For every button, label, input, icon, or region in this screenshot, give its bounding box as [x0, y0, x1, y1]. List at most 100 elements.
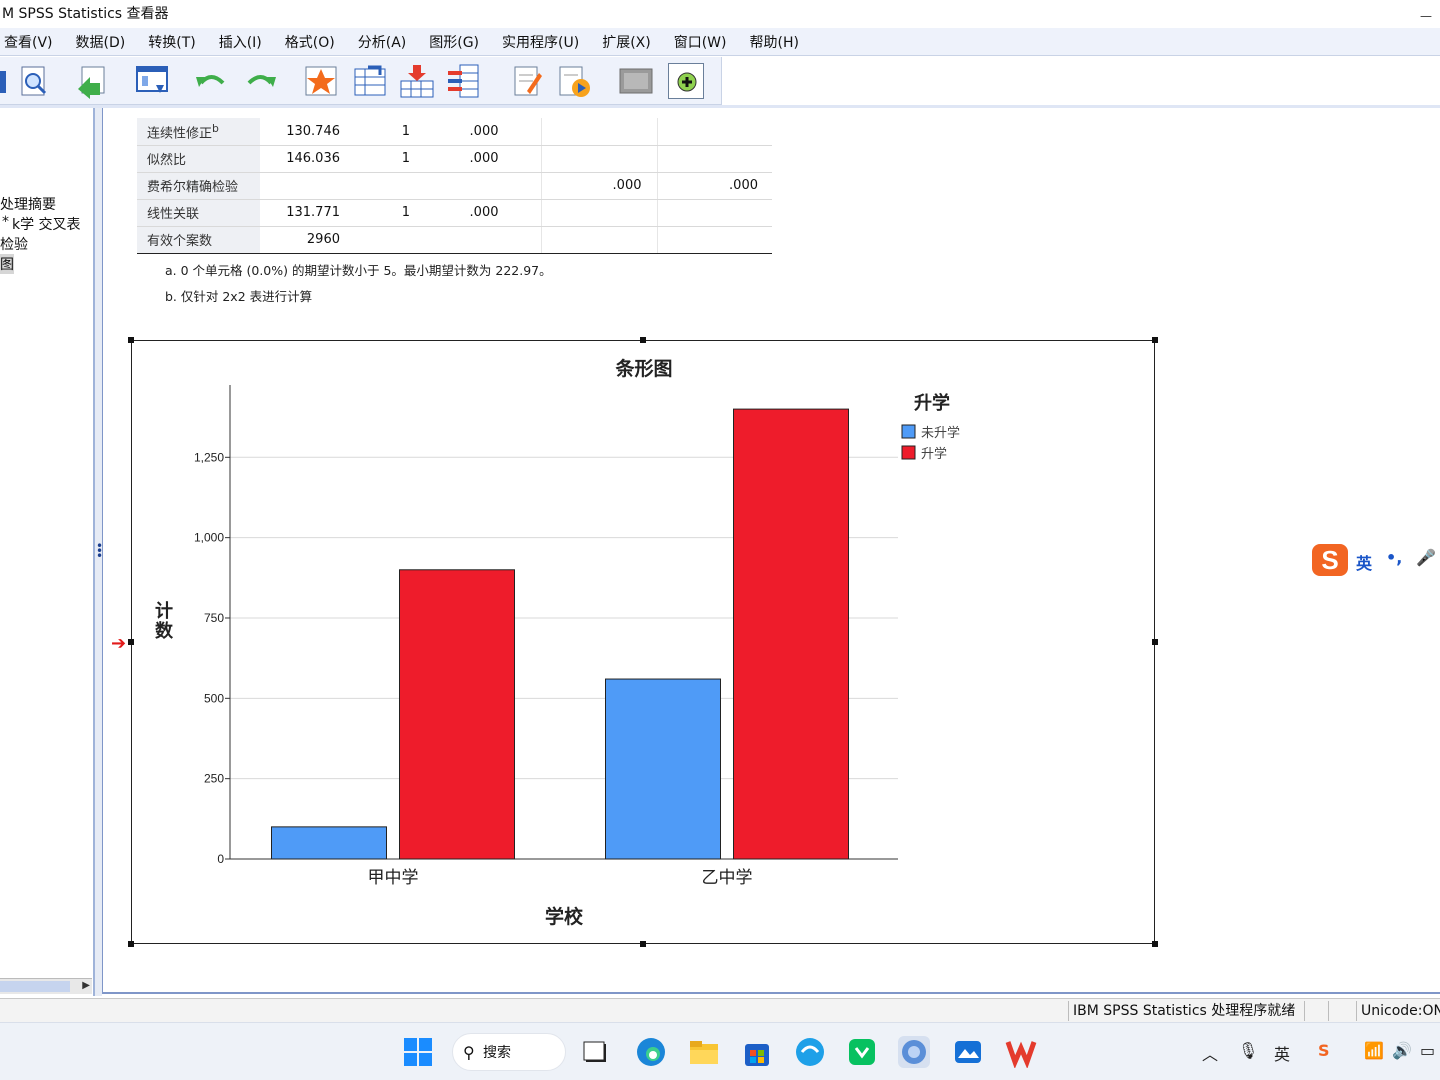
scrollbar-thumb[interactable]: [0, 981, 70, 992]
resize-handle-top-left[interactable]: [128, 337, 134, 343]
outline-item-chart[interactable]: 图: [0, 254, 14, 274]
stat-df: [356, 226, 426, 254]
photos-icon[interactable]: [952, 1036, 984, 1068]
status-blank-2: [1328, 1001, 1356, 1021]
recall-dialog-icon[interactable]: [134, 63, 170, 99]
y-tick-label: 0: [217, 852, 224, 866]
legend-swatch: [901, 445, 916, 460]
window-title: M SPSS Statistics 查看器: [2, 6, 169, 22]
stat-exact-1sided: [656, 226, 772, 254]
browser-icon[interactable]: [794, 1036, 826, 1068]
row-label-text: 似然比: [147, 153, 187, 168]
resize-handle-top-right[interactable]: [1152, 337, 1158, 343]
resize-handle-top[interactable]: [640, 337, 646, 343]
outline-horizontal-scrollbar[interactable]: ▶: [0, 978, 92, 994]
tray-sogou-icon[interactable]: S: [1318, 1041, 1330, 1060]
resize-handle-right[interactable]: [1152, 639, 1158, 645]
resize-handle-bottom[interactable]: [640, 941, 646, 947]
store-icon[interactable]: [741, 1036, 773, 1068]
resize-handle-left[interactable]: [128, 639, 134, 645]
spss-icon[interactable]: [898, 1036, 930, 1068]
taskbar-search[interactable]: ⚲ 搜索: [452, 1033, 566, 1071]
print-preview-icon[interactable]: [16, 63, 52, 99]
stat-value: 146.036: [260, 145, 356, 173]
menu-help[interactable]: 帮助(H): [750, 32, 799, 52]
table-row: 有效个案数 2960: [137, 226, 772, 254]
tray-overflow-icon[interactable]: ︿: [1202, 1041, 1218, 1065]
tray-input-language[interactable]: 英: [1274, 1041, 1290, 1065]
chart-title: 条形图: [615, 357, 672, 380]
menu-utilities[interactable]: 实用程序(U): [502, 32, 579, 52]
tray-microphone-icon[interactable]: 🎙: [1238, 1041, 1258, 1060]
task-view-icon[interactable]: [580, 1036, 612, 1068]
stat-exact-2sided: [540, 145, 657, 173]
scroll-right-icon[interactable]: ▶: [82, 980, 90, 991]
row-label: 有效个案数: [137, 226, 260, 254]
y-tick-label: 250: [204, 772, 224, 786]
undo-icon[interactable]: [193, 63, 229, 99]
outline-item-tests[interactable]: 检验: [0, 234, 28, 254]
stat-exact-1sided: [656, 145, 772, 173]
pane-splitter[interactable]: • • •: [95, 108, 103, 996]
wps-icon[interactable]: [1005, 1036, 1037, 1069]
stat-sig: .000: [426, 145, 541, 173]
menu-data[interactable]: 数据(D): [76, 32, 126, 52]
taskbar: ⚲ 搜索 ︿ 🎙 英 S 📶 🔊 ▭: [0, 1022, 1440, 1080]
resize-handle-bottom-left[interactable]: [128, 941, 134, 947]
wechat-icon[interactable]: [846, 1036, 878, 1068]
menu-insert[interactable]: 插入(I): [219, 32, 262, 52]
row-label-text: 费希尔精确检验: [147, 180, 239, 195]
insert-variable-icon[interactable]: [509, 63, 545, 99]
stat-sig: [426, 226, 541, 254]
goto-variable-icon[interactable]: [399, 63, 435, 99]
goto-output-icon[interactable]: [303, 63, 339, 99]
ime-toolbar[interactable]: S 英 •, 🎤: [1310, 542, 1440, 578]
row-label-text: 连续性修正: [147, 125, 213, 141]
designate-window-icon[interactable]: [668, 63, 704, 99]
y-axis-title: 计数: [155, 600, 174, 642]
resize-handle-bottom-right[interactable]: [1152, 941, 1158, 947]
tray-battery-icon[interactable]: ▭: [1420, 1041, 1435, 1060]
y-tick-label: 500: [204, 691, 224, 705]
row-label-text: 有效个案数: [147, 234, 213, 249]
ime-language-label[interactable]: 英: [1356, 550, 1372, 574]
ime-microphone-icon[interactable]: 🎤: [1416, 548, 1436, 567]
menu-extensions[interactable]: 扩展(X): [602, 32, 651, 52]
stat-value: 2960: [260, 226, 356, 254]
edge-icon[interactable]: [635, 1036, 667, 1068]
minimize-icon[interactable]: —: [1420, 2, 1432, 30]
stat-df: 1: [356, 199, 426, 227]
outline-item-crosstab[interactable]: k学 交叉表: [12, 214, 81, 234]
bar-chart[interactable]: 0 250 500 750 1,000 1,250 甲中学 乙中学 条形图 学校 计数 升学 未升学 升学: [128, 337, 1158, 947]
menu-bar: 查看(V) 数据(D) 转换(T) 插入(I) 格式(O) 分析(A) 图形(G…: [0, 28, 1440, 56]
file-explorer-icon[interactable]: [688, 1036, 720, 1068]
redo-icon[interactable]: [243, 63, 279, 99]
table-row: 似然比 146.036 1.000: [137, 145, 772, 173]
menu-transform[interactable]: 转换(T): [148, 32, 195, 52]
current-item-arrow-icon: ➔: [111, 633, 127, 654]
menu-view[interactable]: 查看(V): [4, 32, 53, 52]
open-icon[interactable]: [0, 63, 10, 99]
menu-analyze[interactable]: 分析(A): [358, 32, 407, 52]
goto-case-icon[interactable]: [352, 63, 388, 99]
toolbar: [0, 57, 722, 105]
table-row: 费希尔精确检验 .000.000: [137, 172, 772, 200]
export-icon[interactable]: [74, 63, 110, 99]
outline-item-case-summary[interactable]: 处理摘要: [0, 194, 56, 214]
ime-punctuation-icon[interactable]: •,: [1386, 548, 1402, 567]
menu-graphs[interactable]: 图形(G): [429, 32, 479, 52]
menu-format[interactable]: 格式(O): [285, 32, 335, 52]
row-label: 似然比: [137, 145, 260, 173]
tray-wifi-icon[interactable]: 📶: [1364, 1041, 1384, 1060]
status-blank-1: [1304, 1001, 1328, 1021]
stat-sig: .000: [426, 199, 541, 227]
windows-start-icon[interactable]: [402, 1036, 434, 1068]
insert-heading-icon[interactable]: [556, 63, 592, 99]
stat-sig: [426, 172, 541, 200]
tray-volume-icon[interactable]: 🔊: [1392, 1041, 1412, 1060]
menu-window[interactable]: 窗口(W): [674, 32, 727, 52]
status-unicode: Unicode:ON: [1356, 1001, 1440, 1021]
output-frame-icon[interactable]: [618, 63, 654, 99]
stat-exact-2sided: .000: [540, 172, 657, 200]
insert-cases-icon[interactable]: [446, 63, 482, 99]
